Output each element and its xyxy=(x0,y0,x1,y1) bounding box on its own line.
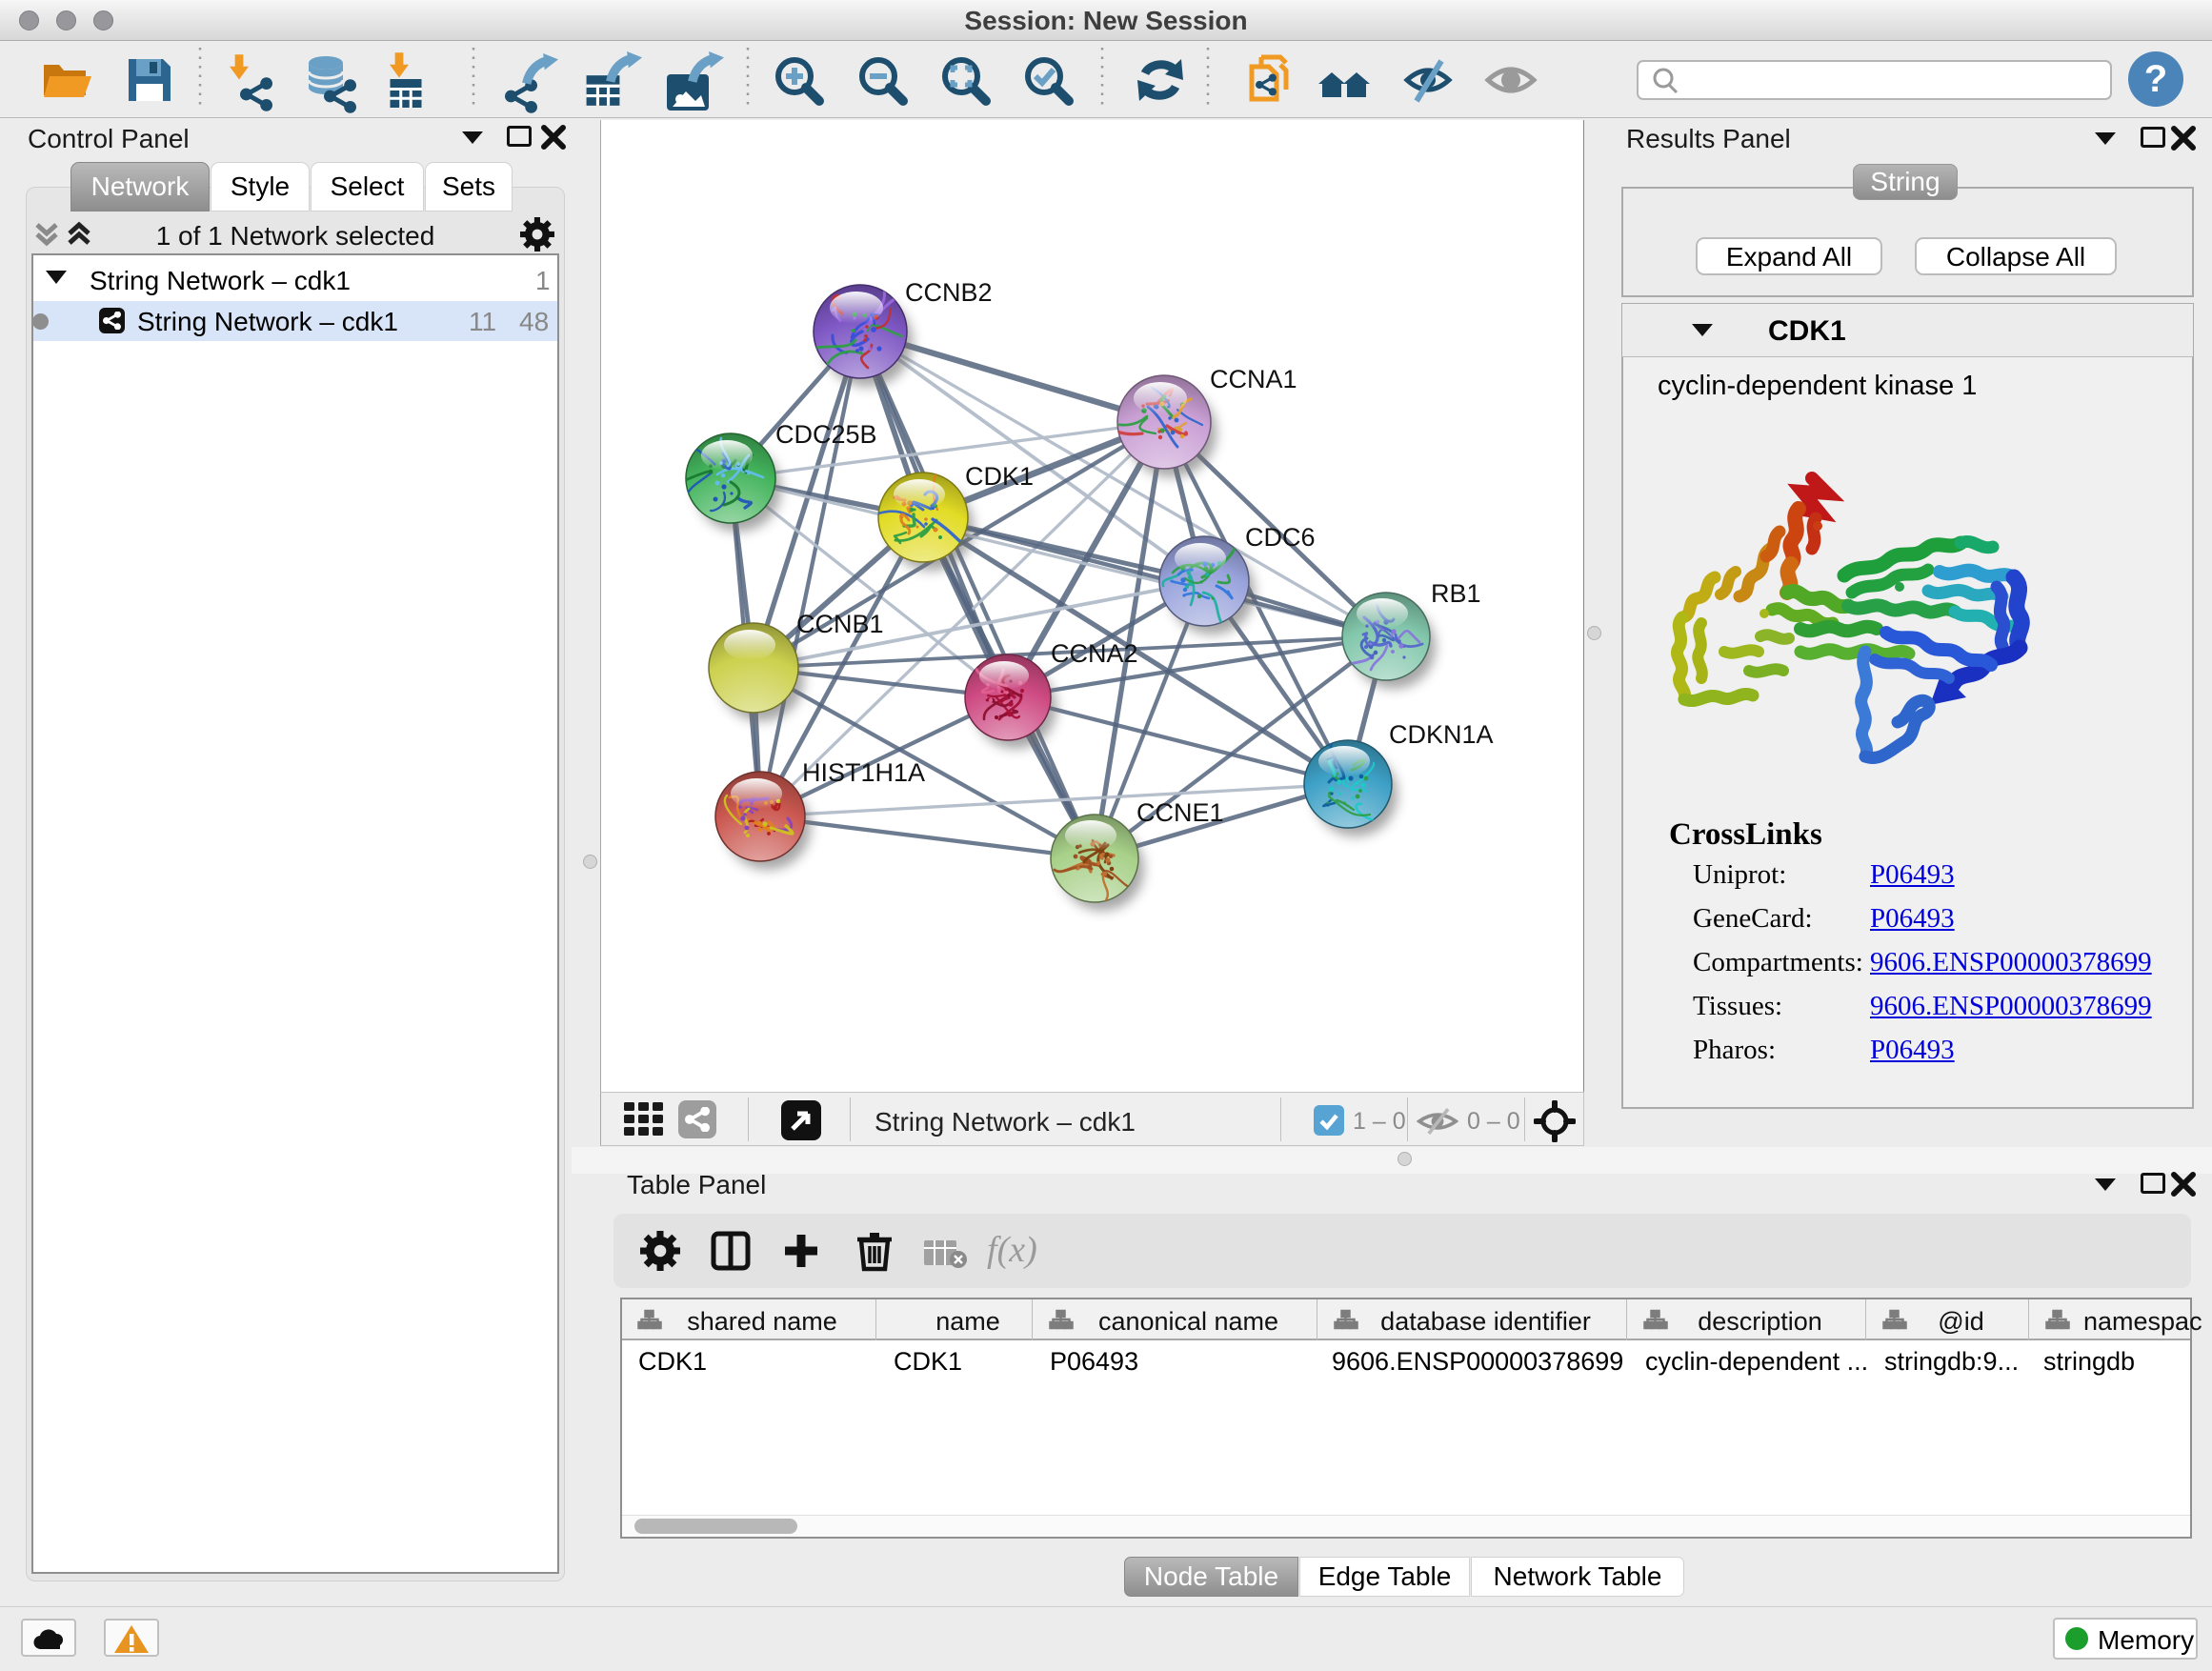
svg-text:HIST1H1A: HIST1H1A xyxy=(802,758,925,787)
svg-text:CDC25B: CDC25B xyxy=(775,420,877,449)
svg-text:CCNA2: CCNA2 xyxy=(1051,639,1138,668)
svg-text:CCNB2: CCNB2 xyxy=(905,278,993,307)
svg-text:CCNE1: CCNE1 xyxy=(1136,798,1224,827)
svg-text:CDKN1A: CDKN1A xyxy=(1389,720,1494,749)
svg-text:RB1: RB1 xyxy=(1431,579,1481,608)
svg-text:CDC6: CDC6 xyxy=(1245,523,1316,552)
svg-text:CDK1: CDK1 xyxy=(965,462,1034,491)
svg-text:CCNB1: CCNB1 xyxy=(796,610,884,638)
svg-text:CCNA1: CCNA1 xyxy=(1210,365,1297,393)
svg-text:?: ? xyxy=(2144,58,2167,100)
